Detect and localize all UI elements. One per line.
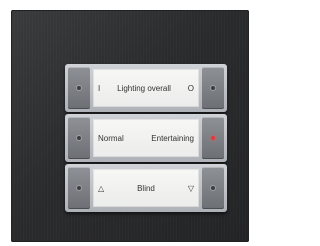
label-blind: Blind <box>137 183 155 193</box>
label-strip-blind: △ Blind ▽ <box>93 169 199 207</box>
led-icon <box>77 136 81 140</box>
label-lighting-overall: Lighting overall <box>117 83 171 93</box>
switch-row-scene: Normal Entertaining <box>65 114 227 162</box>
label-normal: Normal <box>98 133 124 143</box>
led-icon <box>77 86 81 90</box>
status-led-icon <box>211 136 215 140</box>
photo: I Lighting overall O Normal Entertaining… <box>0 0 262 246</box>
led-icon <box>77 186 81 190</box>
label-strip-lighting: I Lighting overall O <box>93 69 199 107</box>
label-entertaining: Entertaining <box>151 133 194 143</box>
rocker-left-scene[interactable] <box>68 117 90 159</box>
switch-row-blind: △ Blind ▽ <box>65 164 227 212</box>
switch-row-lighting: I Lighting overall O <box>65 64 227 112</box>
off-symbol-icon: O <box>187 83 194 93</box>
led-icon <box>211 86 215 90</box>
switch-panel: I Lighting overall O Normal Entertaining… <box>11 10 249 242</box>
down-triangle-icon: ▽ <box>187 183 194 193</box>
up-triangle-icon: △ <box>98 183 105 193</box>
label-strip-scene: Normal Entertaining <box>93 119 199 157</box>
rocker-left-lighting[interactable] <box>68 67 90 109</box>
rocker-right-blind[interactable] <box>202 167 224 209</box>
rocker-left-blind[interactable] <box>68 167 90 209</box>
rocker-right-scene[interactable] <box>202 117 224 159</box>
on-symbol-icon: I <box>98 83 101 93</box>
led-icon <box>211 186 215 190</box>
rocker-right-lighting[interactable] <box>202 67 224 109</box>
